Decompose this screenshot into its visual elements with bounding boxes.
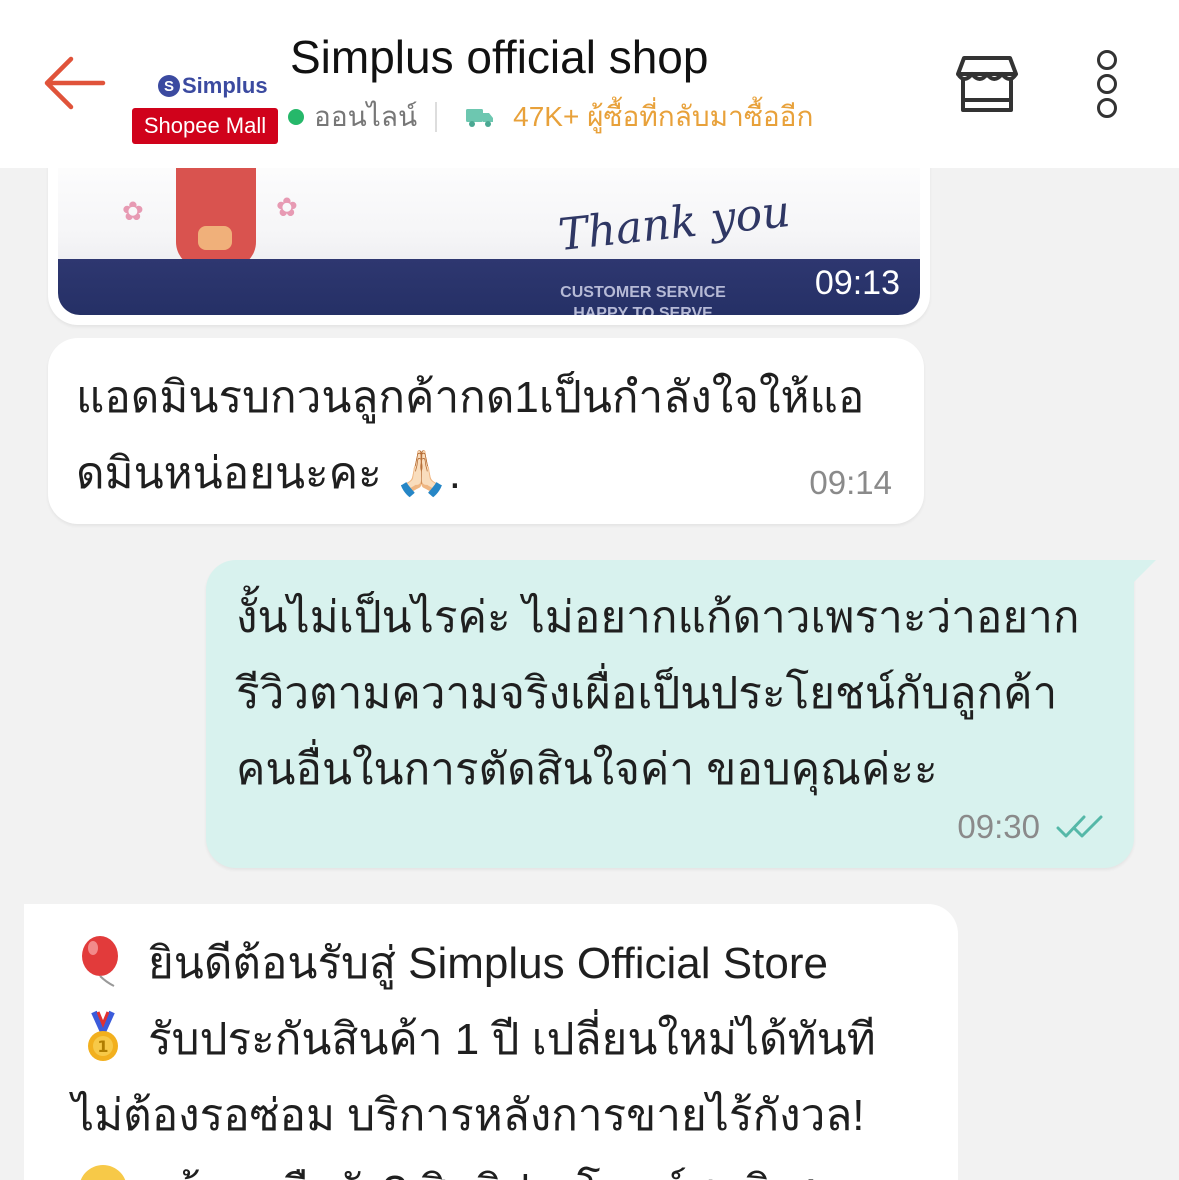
message-time: 09:30 xyxy=(957,808,1040,845)
shop-avatar[interactable]: S Simplus Shopee Mall xyxy=(130,70,278,146)
brand-logo-text: Simplus xyxy=(182,73,268,98)
welcome-message-bubble[interactable]: ยินดีต้อนรับสู่ Simplus Official Store 1… xyxy=(24,904,958,1180)
brand-logo: S Simplus xyxy=(158,70,268,102)
thank-you-script: Thank you xyxy=(555,185,793,262)
chat-header: S Simplus Shopee Mall Simplus official s… xyxy=(0,0,1179,168)
incoming-message-bubble[interactable]: แอดมินรบกวนลูกค้ากด1เป็นกำลังใจให้แอ ดมิ… xyxy=(48,338,924,524)
back-arrow-icon xyxy=(44,56,106,110)
image-footer-band xyxy=(58,259,920,315)
svg-text:1: 1 xyxy=(97,1037,108,1056)
double-check-icon xyxy=(1056,815,1103,838)
online-indicator-icon xyxy=(288,109,304,125)
repeat-buyers-count: 47K+ ผู้ซื้อที่กลับมาซื้ออีก xyxy=(513,101,814,132)
smile-icon xyxy=(80,1165,126,1180)
more-vertical-icon-dot xyxy=(1097,98,1117,118)
store-icon xyxy=(956,56,1018,112)
message-text: งั้นไม่เป็นไรค่ะ ไม่อยากแก้ดาวเพราะว่าอย… xyxy=(236,593,1080,794)
message-time: 09:14 xyxy=(809,464,892,501)
shop-title[interactable]: Simplus official shop xyxy=(290,30,708,84)
balloon-icon xyxy=(82,936,118,987)
more-vertical-icon-dot xyxy=(1097,74,1117,94)
flower-icon: ✿ xyxy=(276,192,298,222)
hands-illustration xyxy=(198,226,232,250)
back-button[interactable] xyxy=(36,48,112,118)
flower-icon: ✿ xyxy=(122,196,144,226)
store-button[interactable] xyxy=(954,50,1020,116)
shopee-mall-badge: Shopee Mall xyxy=(132,108,278,144)
customer-service-caption: CUSTOMER SERVICE HAPPY TO SERVE xyxy=(560,284,726,315)
message-time: 09:13 xyxy=(814,264,900,302)
outgoing-message-bubble[interactable]: งั้นไม่เป็นไรค่ะ ไม่อยากแก้ดาวเพราะว่าอย… xyxy=(206,560,1156,868)
message-meta: 09:30 xyxy=(957,808,1104,846)
medal-icon: 1 xyxy=(88,1010,118,1061)
status-divider xyxy=(435,102,438,132)
more-options-button[interactable] xyxy=(1082,44,1132,124)
message-text: ยินดีต้อนรับสู่ Simplus Official Store 1… xyxy=(72,926,876,1180)
message-text: แอดมินรบกวนลูกค้ากด1เป็นกำลังใจให้แอ ดมิ… xyxy=(76,373,865,498)
more-vertical-icon-dot xyxy=(1097,50,1117,70)
bubble-tail xyxy=(1132,560,1156,584)
online-status: ออนไลน์ xyxy=(314,101,418,132)
shop-status-row: ออนไลน์ 47K+ ผู้ซื้อที่กลับมาซื้ออีก xyxy=(288,98,813,136)
truck-icon xyxy=(466,109,494,127)
